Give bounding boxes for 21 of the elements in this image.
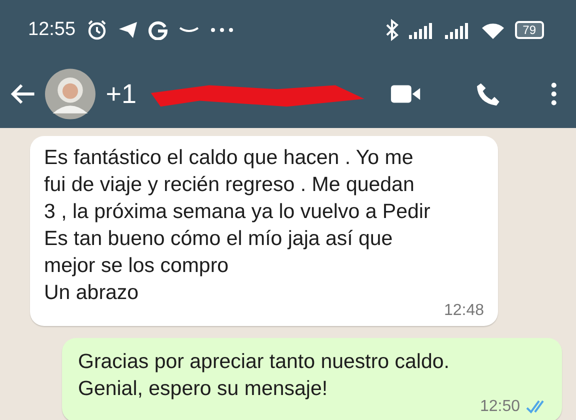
g-icon [148, 20, 168, 40]
message-time: 12:48 [444, 302, 484, 320]
signal-icon [408, 21, 435, 39]
back-arrow-icon [10, 82, 36, 106]
send-icon [118, 20, 138, 40]
smile-icon [178, 25, 200, 35]
video-call-icon [390, 83, 421, 105]
wifi-icon [480, 21, 505, 39]
contact-name[interactable]: +1 [106, 78, 137, 110]
message-text: Gracias por apreciar tanto nuestro caldo. Genial, espero su mensaje! [78, 349, 450, 402]
message-time: 12:50 [480, 398, 520, 416]
battery-level: 79 [514, 21, 544, 39]
alarm-icon [86, 19, 108, 41]
clock-time: 12:55 [28, 19, 76, 41]
menu-icon [550, 82, 558, 106]
signal-icon [444, 21, 471, 39]
message-text: Es fantástico el caldo que hacen . Yo me fui de viaje y recién regreso . Me quedan 3 , la próxima semana ya lo vuelvo a Pedir Es tan bueno cómo el mío jaja así que mejor se los compro Un abrazo [44, 145, 432, 306]
bluetooth-icon [384, 19, 399, 41]
avatar[interactable] [45, 68, 96, 120]
phone-icon [476, 81, 502, 107]
more-icon [210, 26, 234, 34]
